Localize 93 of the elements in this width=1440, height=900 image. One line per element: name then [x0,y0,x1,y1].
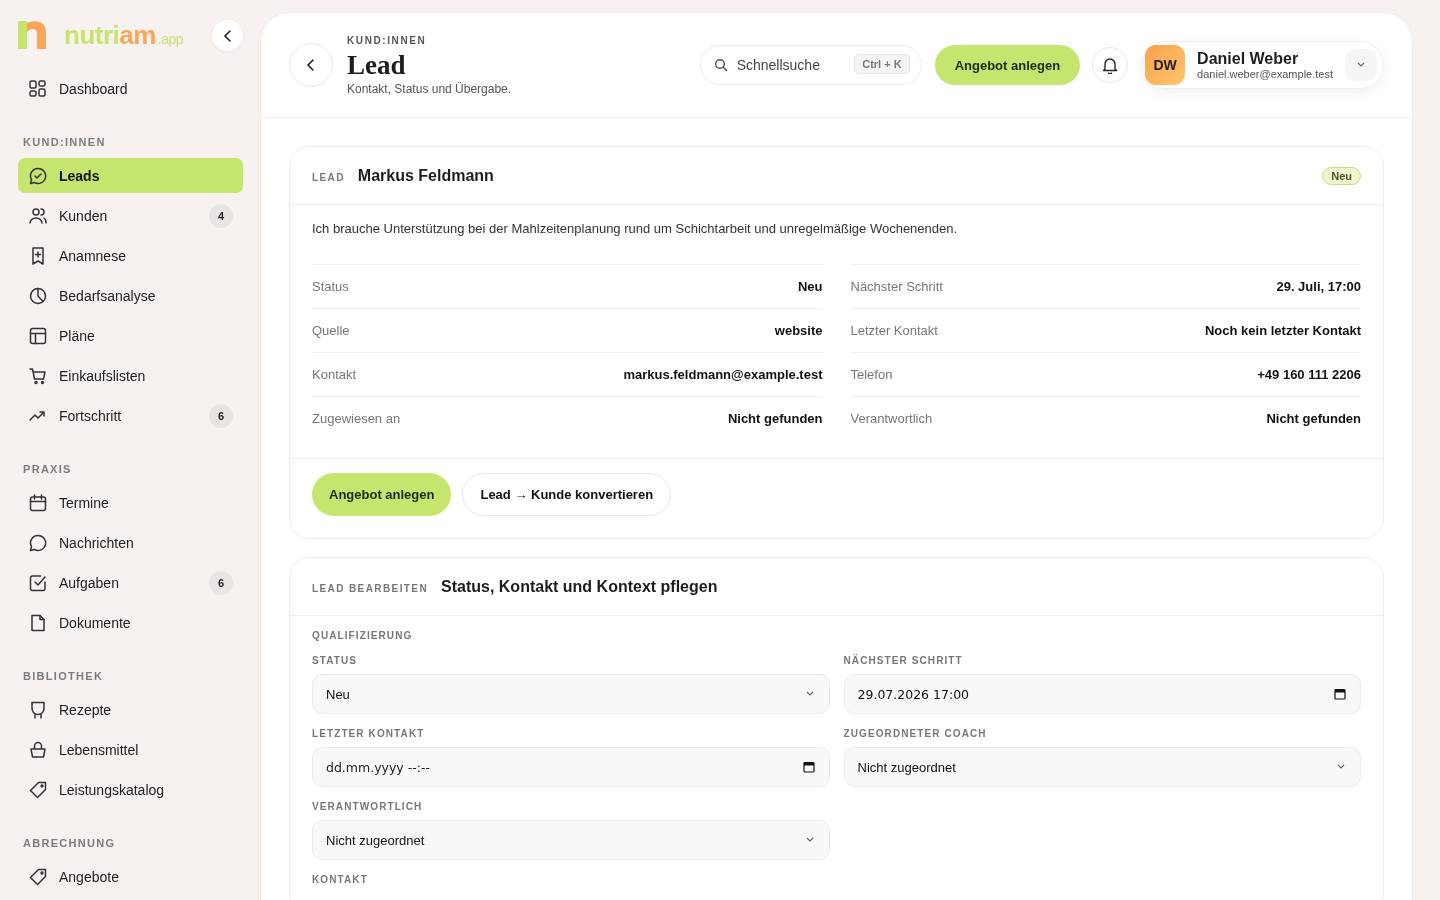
convert-button[interactable]: Lead → Kunde konvertieren [462,473,672,516]
nav-item[interactable]: Anamnese [18,238,243,273]
chat-check-icon [28,165,48,186]
lead-name: Markus Feldmann [357,166,495,185]
logo-icon [18,20,48,49]
collapse-button[interactable] [212,20,243,51]
bell-icon [1102,56,1119,74]
card-eyebrow: LEAD [312,171,345,183]
nav-item[interactable]: Termine [18,485,243,520]
section-heading: BIBLIOTHEK [22,669,105,684]
notifications-button[interactable] [1092,47,1129,83]
nav-item[interactable]: Nachrichten [18,525,243,560]
grid-icon [28,78,48,99]
tag-icon [28,866,48,887]
group-heading: QUALIFIZIERUNG [312,630,414,641]
lead-message: Ich brauche Unterstützung bei der Mahlzeitenplanung rund um Schichtarbeit und unregelmäßige Wochenenden. [312,221,959,236]
user-name: Daniel Weber [1197,50,1300,68]
user-email: daniel.weber@example.test [1197,68,1333,80]
chevron-down-icon [804,837,815,843]
nav-item[interactable]: Leads [18,158,243,193]
nav-item[interactable]: Bedarfsanalyse [18,278,243,313]
section-heading: PRAXIS [22,462,73,477]
detail-label: Verantwortlich [850,411,933,426]
nav-item[interactable]: Lebensmittel [18,732,243,767]
detail-label: Nächster Schritt [850,279,943,294]
detail-value: Nicht gefunden [1266,411,1361,426]
calendar-icon [1334,688,1346,700]
nav-item[interactable]: Rezepte [18,692,243,727]
shortcut-hint: Ctrl + K [854,54,910,74]
count-badge: 6 [209,570,233,595]
breadcrumb: KUND:INNEN [347,34,428,46]
section-heading: ABRECHNUNG [22,836,117,851]
card-eyebrow: LEAD BEARBEITEN [312,582,428,594]
detail-label: Letzter Kontakt [850,323,938,338]
calendar-icon [28,492,48,513]
chat-icon [28,532,48,553]
select-field[interactable]: Nicht zugeordnet [312,820,830,860]
field-label: VERANTWORTLICH [312,801,424,812]
file-icon [28,612,48,633]
group-heading: KONTAKT [312,874,369,885]
avatar: DW [1145,45,1186,85]
detail-value: website [774,323,823,338]
users-icon [28,205,48,226]
cup-icon [28,699,48,720]
section-heading: KUND:INNEN [22,135,107,150]
card-title: Status, Kontakt und Kontext pflegen [441,577,719,596]
select-field[interactable]: Neu [312,674,830,714]
basket-icon [28,739,48,760]
status-badge: Neu [1322,166,1361,185]
detail-label: Zugewiesen an [312,411,401,426]
detail-label: Status [312,279,349,294]
count-badge: 6 [209,403,233,428]
detail-value: 29. Juli, 17:00 [1276,279,1361,294]
detail-label: Telefon [850,367,893,382]
cart-icon [28,365,48,386]
detail-value: +49 160 111 2206 [1257,367,1361,382]
nav-item[interactable]: Dokumente [18,605,243,640]
nav-item[interactable]: Leistungskatalog [18,772,243,807]
detail-value: markus.feldmann@example.test [623,367,823,382]
detail-label: Quelle [312,323,350,338]
create-offer-button[interactable]: Angebot anlegen [934,45,1081,85]
page-subtitle: Kontakt, Status und Übergabe. [347,81,513,96]
detail-value: Neu [797,279,823,294]
field-label: NÄCHSTER SCHRITT [843,655,964,666]
logo-text: nutriam.app [64,20,185,51]
detail-label: Kontakt [312,367,357,382]
create-offer-button[interactable]: Angebot anlegen [312,473,452,516]
pie-chart-icon [28,285,48,306]
date-field[interactable]: dd.mm.yyyy --:-- [312,747,830,787]
nav-item[interactable]: Aufgaben 6 [18,565,243,600]
field-label: STATUS [312,655,359,666]
nav-item[interactable]: Fortschritt 6 [18,398,243,433]
detail-value: Noch kein letzter Kontakt [1204,323,1361,338]
nav-item[interactable]: Angebote [18,859,243,894]
chevron-down-icon [1336,764,1346,770]
chevron-down-icon [804,691,815,697]
table-icon [28,325,48,346]
nav-item[interactable]: Dashboard [18,71,243,106]
calendar-icon [802,761,815,773]
checkbox-icon [28,572,48,593]
field-label: ZUGEORDNETER COACH [843,728,988,739]
chevron-down-icon [1356,62,1366,68]
page-title: Lead [347,49,407,81]
nav-item[interactable]: Kunden 4 [18,198,243,233]
select-field[interactable]: Nicht zugeordnet [843,747,1361,787]
nav-item[interactable]: Pläne [18,318,243,353]
nav-item[interactable]: Einkaufslisten [18,358,243,393]
date-field[interactable]: 29.07.2026 17:00 [843,674,1361,714]
tag-icon [28,779,48,800]
search-icon [713,58,728,72]
field-label: LETZTER KONTAKT [312,728,426,739]
count-badge: 4 [209,203,233,228]
detail-value: Nicht gefunden [727,411,823,426]
